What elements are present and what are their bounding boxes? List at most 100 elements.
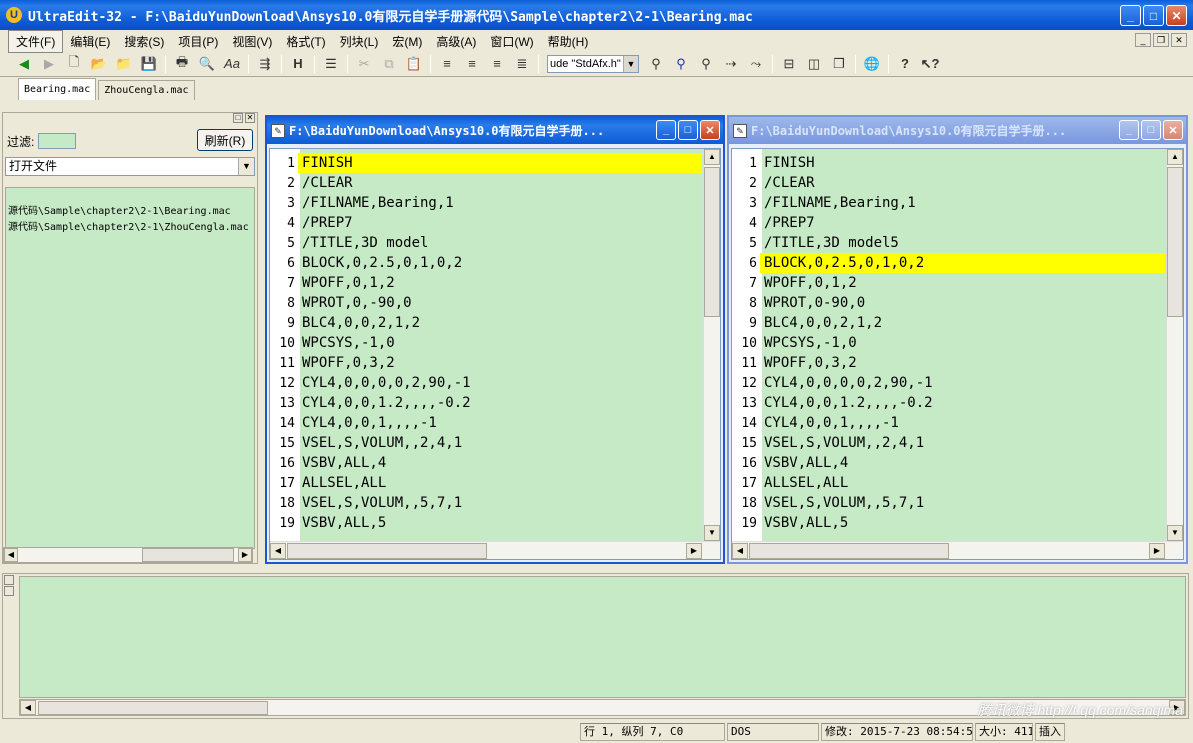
- code-line[interactable]: 17 ALLSEL,ALL: [270, 473, 702, 493]
- scroll-right-icon[interactable]: ▶: [1149, 543, 1165, 559]
- new-file-icon[interactable]: 🗋: [62, 54, 86, 74]
- code-line[interactable]: 10 WPCSYS,-1,0: [270, 333, 702, 353]
- code-line[interactable]: 5/TITLE,3D model: [270, 233, 702, 253]
- code-line[interactable]: 3/FILNAME,Bearing,1: [270, 193, 702, 213]
- replace-icon[interactable]: ⚲: [694, 54, 718, 74]
- output-area[interactable]: [19, 576, 1186, 698]
- editor-vscroll[interactable]: ▲ ▼: [1166, 149, 1183, 541]
- align-center-icon[interactable]: ≡: [460, 54, 484, 74]
- line-text[interactable]: CYL4,0,0,1.2,,,,-0.2: [760, 393, 1165, 413]
- editor-maximize-button[interactable]: □: [1141, 120, 1161, 140]
- scroll-thumb[interactable]: [142, 548, 234, 562]
- scroll-down-icon[interactable]: ▼: [704, 525, 720, 541]
- copy-icon[interactable]: ⧉: [377, 54, 401, 74]
- line-text[interactable]: VSEL,S,VOLUM,,5,7,1: [298, 493, 702, 513]
- editor-minimize-button[interactable]: _: [1119, 120, 1139, 140]
- file-list-hscroll[interactable]: ◀ ▶: [3, 547, 253, 563]
- code-line[interactable]: 15 VSEL,S,VOLUM,,2,4,1: [732, 433, 1165, 453]
- line-text[interactable]: VSEL,S,VOLUM,,2,4,1: [298, 433, 702, 453]
- code-line[interactable]: 18 VSEL,S,VOLUM,,5,7,1: [270, 493, 702, 513]
- code-line[interactable]: 6 BLOCK,0,2.5,0,1,0,2: [732, 253, 1165, 273]
- code-line[interactable]: 10 WPCSYS,-1,0: [732, 333, 1165, 353]
- menu-edit[interactable]: 编辑(E): [63, 31, 117, 52]
- editor-close-button[interactable]: ✕: [700, 120, 720, 140]
- tab-bearing[interactable]: Bearing.mac: [18, 78, 97, 100]
- code-line[interactable]: 7 WPOFF,0,1,2: [732, 273, 1165, 293]
- code-line[interactable]: 4/PREP7: [270, 213, 702, 233]
- editor-hscroll[interactable]: ◀ ▶: [732, 541, 1183, 559]
- code-line[interactable]: 5/TITLE,3D model5: [732, 233, 1165, 253]
- justify-icon[interactable]: ≣: [510, 54, 534, 74]
- menu-help[interactable]: 帮助(H): [541, 31, 596, 52]
- line-text[interactable]: /CLEAR: [298, 173, 702, 193]
- save-icon[interactable]: 💾: [137, 54, 161, 74]
- minimize-button[interactable]: _: [1120, 5, 1141, 26]
- line-text[interactable]: VSEL,S,VOLUM,,2,4,1: [760, 433, 1165, 453]
- column-mode-icon[interactable]: ☰: [319, 54, 343, 74]
- open-files-combo[interactable]: 打开文件 ▼: [5, 157, 255, 176]
- find-combo[interactable]: ude "StdAfx.h" ▼: [547, 54, 639, 73]
- code-line[interactable]: 13 CYL4,0,0,1.2,,,,-0.2: [732, 393, 1165, 413]
- scroll-thumb[interactable]: [749, 543, 949, 559]
- code-line[interactable]: 19 VSBV,ALL,5: [732, 513, 1165, 533]
- close-button[interactable]: ✕: [1166, 5, 1187, 26]
- line-text[interactable]: ALLSEL,ALL: [760, 473, 1165, 493]
- mdi-restore-button[interactable]: ❐: [1153, 33, 1169, 47]
- scroll-thumb[interactable]: [704, 167, 720, 317]
- scroll-right-icon[interactable]: ▶: [238, 548, 252, 562]
- menu-file[interactable]: 文件(F): [8, 30, 64, 53]
- scroll-left-icon[interactable]: ◀: [4, 548, 18, 562]
- line-text[interactable]: WPCSYS,-1,0: [760, 333, 1165, 353]
- line-text[interactable]: VSBV,ALL,4: [760, 453, 1165, 473]
- word-wrap-icon[interactable]: ⇶: [253, 54, 277, 74]
- code-line[interactable]: 7 WPOFF,0,1,2: [270, 273, 702, 293]
- print-preview-icon[interactable]: 🔍: [195, 54, 219, 74]
- code-line[interactable]: 8 WPROT,0-90,0: [732, 293, 1165, 313]
- code-lines[interactable]: 1 FINISH 2/CLEAR 3/FILNAME,Bearing,1 4/PREP7…: [732, 153, 1165, 533]
- hex-mode-icon[interactable]: H: [286, 54, 310, 74]
- line-text[interactable]: BLC4,0,0,2,1,2: [298, 313, 702, 333]
- code-line[interactable]: 11 WPOFF,0,3,2: [270, 353, 702, 373]
- cut-icon[interactable]: ✂: [352, 54, 376, 74]
- find-icon[interactable]: ⚲: [644, 54, 668, 74]
- line-text[interactable]: BLOCK,0,2.5,0,1,0,2: [760, 253, 1165, 273]
- code-line[interactable]: 1 FINISH: [270, 153, 702, 173]
- goto-icon[interactable]: ⤳: [744, 54, 768, 74]
- line-text[interactable]: WPOFF,0,1,2: [298, 273, 702, 293]
- split-vertical-icon[interactable]: ◫: [802, 54, 826, 74]
- ultraedit-app-icon[interactable]: U: [6, 7, 22, 23]
- line-text[interactable]: VSBV,ALL,4: [298, 453, 702, 473]
- back-arrow-icon[interactable]: ◀: [12, 54, 36, 74]
- menu-search[interactable]: 搜索(S): [117, 31, 171, 52]
- find-in-files-icon[interactable]: ⚲: [669, 54, 693, 74]
- scroll-down-icon[interactable]: ▼: [1167, 525, 1183, 541]
- code-line[interactable]: 9 BLC4,0,0,2,1,2: [732, 313, 1165, 333]
- editor-minimize-button[interactable]: _: [656, 120, 676, 140]
- paste-icon[interactable]: 📋: [402, 54, 426, 74]
- line-text[interactable]: WPOFF,0,3,2: [760, 353, 1165, 373]
- split-horizontal-icon[interactable]: ⊟: [777, 54, 801, 74]
- chevron-down-icon[interactable]: ▼: [623, 55, 638, 72]
- line-text[interactable]: CYL4,0,0,1,,,,-1: [760, 413, 1165, 433]
- code-line[interactable]: 15 VSEL,S,VOLUM,,2,4,1: [270, 433, 702, 453]
- code-line[interactable]: 13 CYL4,0,0,1.2,,,,-0.2: [270, 393, 702, 413]
- line-text[interactable]: WPROT,0-90,0: [760, 293, 1165, 313]
- line-text[interactable]: /CLEAR: [760, 173, 1165, 193]
- line-text[interactable]: CYL4,0,0,0,0,2,90,-1: [760, 373, 1165, 393]
- editor-vscroll[interactable]: ▲ ▼: [703, 149, 720, 541]
- code-line[interactable]: 3/FILNAME,Bearing,1: [732, 193, 1165, 213]
- line-text[interactable]: BLOCK,0,2.5,0,1,0,2: [298, 253, 702, 273]
- menu-macro[interactable]: 宏(M): [385, 31, 429, 52]
- line-text[interactable]: /PREP7: [298, 213, 702, 233]
- code-line[interactable]: 14 CYL4,0,0,1,,,,-1: [732, 413, 1165, 433]
- code-line[interactable]: 12 CYL4,0,0,0,0,2,90,-1: [270, 373, 702, 393]
- scroll-up-icon[interactable]: ▲: [1167, 149, 1183, 165]
- mdi-close-button[interactable]: ✕: [1171, 33, 1187, 47]
- code-line[interactable]: 17 ALLSEL,ALL: [732, 473, 1165, 493]
- menu-advanced[interactable]: 高级(A): [429, 31, 483, 52]
- line-text[interactable]: WPROT,0,-90,0: [298, 293, 702, 313]
- menu-column[interactable]: 列块(L): [333, 31, 386, 52]
- line-text[interactable]: FINISH: [760, 153, 1165, 173]
- scroll-up-icon[interactable]: ▲: [704, 149, 720, 165]
- code-line[interactable]: 4/PREP7: [732, 213, 1165, 233]
